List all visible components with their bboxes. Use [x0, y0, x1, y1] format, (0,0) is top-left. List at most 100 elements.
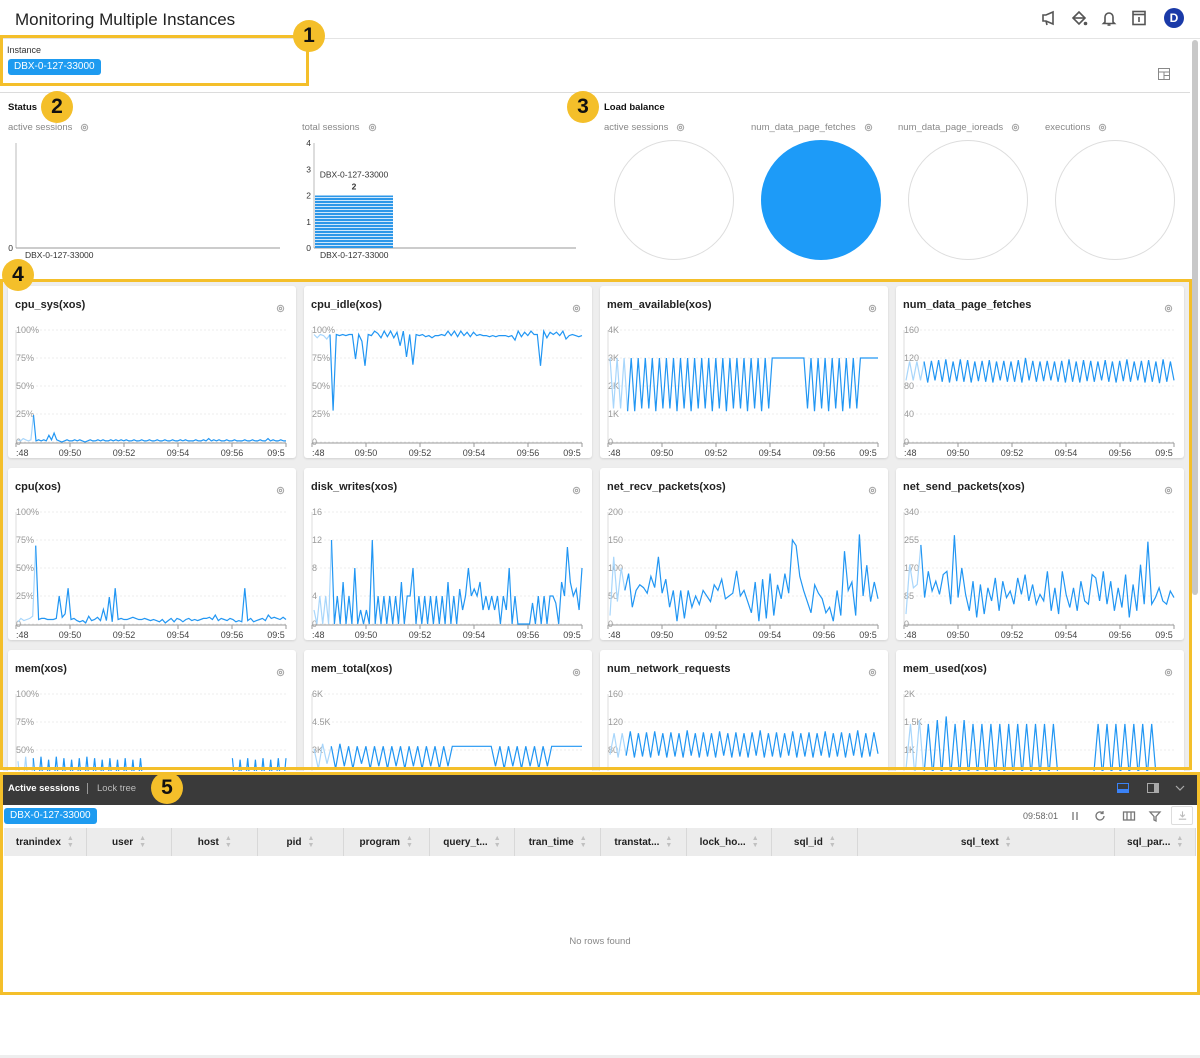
sort-icon[interactable]: ▲ ▼: [1176, 835, 1183, 849]
panel-instance-chip[interactable]: DBX-0-127-33000: [4, 808, 97, 824]
sort-icon[interactable]: ▲ ▼: [752, 835, 759, 849]
series-line[interactable]: [923, 716, 1174, 771]
sort-icon[interactable]: ▲ ▼: [1005, 835, 1012, 849]
gear-icon[interactable]: [868, 482, 877, 495]
x-tick: 09:52: [1001, 448, 1024, 458]
instance-chip[interactable]: DBX-0-127-33000: [8, 59, 101, 75]
gear-icon[interactable]: [1164, 482, 1173, 495]
gear-icon[interactable]: [80, 123, 89, 132]
column-header[interactable]: pid ▲ ▼: [258, 828, 344, 856]
gear-icon[interactable]: [276, 300, 285, 313]
series-line[interactable]: [329, 328, 583, 411]
column-header-label: host: [197, 836, 219, 848]
gear-icon[interactable]: [1164, 300, 1173, 313]
dock-right-icon[interactable]: [1147, 783, 1159, 793]
series-line[interactable]: [330, 743, 582, 769]
series-line-faded[interactable]: [313, 539, 333, 625]
pause-icon[interactable]: [1068, 809, 1082, 823]
x-tick: DBX-0-127-33000: [320, 250, 389, 260]
chevron-down-icon[interactable]: [1174, 783, 1186, 793]
series-line-faded[interactable]: [313, 333, 331, 340]
sort-icon[interactable]: ▲ ▼: [580, 835, 587, 849]
avatar[interactable]: D: [1164, 8, 1184, 28]
series-line-faded[interactable]: [905, 361, 925, 381]
sort-icon[interactable]: ▲ ▼: [406, 835, 413, 849]
column-header[interactable]: program ▲ ▼: [344, 828, 430, 856]
series-line-faded[interactable]: [17, 545, 37, 623]
y-tick: 75%: [16, 535, 34, 545]
x-tick: :48: [904, 630, 917, 640]
series-line-faded[interactable]: [17, 756, 34, 771]
column-header[interactable]: tran_time ▲ ▼: [515, 828, 602, 856]
series-line[interactable]: [35, 545, 287, 624]
series-line[interactable]: [625, 730, 879, 758]
gear-icon[interactable]: [572, 664, 581, 677]
y-tick: 4: [306, 138, 311, 148]
gear-icon[interactable]: [868, 664, 877, 677]
column-header[interactable]: sql_par... ▲ ▼: [1115, 828, 1197, 856]
sort-icon[interactable]: ▲ ▼: [139, 835, 146, 849]
sort-icon[interactable]: ▲ ▼: [829, 835, 836, 849]
paint-bucket-icon[interactable]: [1070, 8, 1088, 28]
column-header-label: transtat...: [614, 836, 660, 848]
page-scrollbar[interactable]: [1192, 40, 1198, 595]
column-header[interactable]: user ▲ ▼: [87, 828, 173, 856]
gear-icon[interactable]: [572, 482, 581, 495]
pie-slice[interactable]: [614, 140, 734, 260]
column-header[interactable]: sql_text ▲ ▼: [858, 828, 1116, 856]
line-chart: 340 255 170 85 0:48 09:50 09:52 09:54 09:56 09:5: [903, 507, 1175, 640]
tab-lock-tree[interactable]: Lock tree: [97, 783, 136, 794]
columns-icon[interactable]: [1122, 809, 1136, 823]
filter-icon[interactable]: [1148, 809, 1162, 823]
series-line[interactable]: [32, 756, 144, 771]
series-line[interactable]: [923, 357, 1175, 384]
pie-slice[interactable]: [761, 140, 881, 260]
pie-label: num_data_page_fetches: [751, 122, 856, 133]
series-line[interactable]: [627, 357, 878, 412]
pie-slice[interactable]: [908, 140, 1028, 260]
y-tick: 40: [904, 409, 914, 419]
x-tick: 09:56: [517, 630, 540, 640]
column-header[interactable]: tranindex ▲ ▼: [4, 828, 87, 856]
y-tick: 200: [608, 507, 623, 517]
series-line[interactable]: [330, 539, 583, 625]
gear-icon[interactable]: [572, 300, 581, 313]
layout-icon[interactable]: [1158, 67, 1170, 80]
series-line[interactable]: [32, 415, 287, 443]
column-header[interactable]: transtat... ▲ ▼: [601, 828, 687, 856]
sort-icon[interactable]: ▲ ▼: [308, 835, 315, 849]
x-tick: 09:52: [409, 448, 432, 458]
pie-slice[interactable]: [1055, 140, 1175, 260]
column-header[interactable]: lock_ho... ▲ ▼: [687, 828, 773, 856]
sort-icon[interactable]: ▲ ▼: [494, 835, 501, 849]
sort-icon[interactable]: ▲ ▼: [665, 835, 672, 849]
sort-icon[interactable]: ▲ ▼: [225, 835, 232, 849]
tab-active-sessions[interactable]: Active sessions: [8, 783, 80, 794]
sort-icon[interactable]: ▲ ▼: [67, 835, 74, 849]
gear-icon[interactable]: [864, 123, 873, 132]
line-chart: 16012080400:48 09:50 09:52 09:54 09:56 09:5: [903, 325, 1175, 458]
bar-value-label: 2: [352, 182, 357, 192]
series-line[interactable]: [624, 534, 879, 622]
series-line[interactable]: [231, 758, 287, 771]
bell-icon[interactable]: [1100, 8, 1118, 28]
refresh-icon[interactable]: [1093, 809, 1107, 823]
info-book-icon[interactable]: [1130, 8, 1148, 28]
megaphone-icon[interactable]: [1040, 8, 1058, 28]
bar-total-sessions[interactable]: [315, 195, 393, 249]
gear-icon[interactable]: [1098, 123, 1107, 132]
column-header[interactable]: sql_id ▲ ▼: [772, 828, 859, 856]
gear-icon[interactable]: [676, 123, 685, 132]
dock-bottom-icon[interactable]: [1117, 783, 1129, 793]
gear-icon[interactable]: [368, 123, 377, 132]
gear-icon[interactable]: [1164, 664, 1173, 677]
gear-icon[interactable]: [868, 300, 877, 313]
gear-icon[interactable]: [276, 482, 285, 495]
gear-icon[interactable]: [1011, 123, 1020, 132]
gear-icon[interactable]: [276, 664, 285, 677]
column-header[interactable]: host ▲ ▼: [172, 828, 259, 856]
download-button[interactable]: [1171, 806, 1193, 825]
series-line[interactable]: [920, 535, 1175, 618]
column-header[interactable]: query_t... ▲ ▼: [430, 828, 516, 856]
series-line-faded[interactable]: [905, 544, 922, 615]
